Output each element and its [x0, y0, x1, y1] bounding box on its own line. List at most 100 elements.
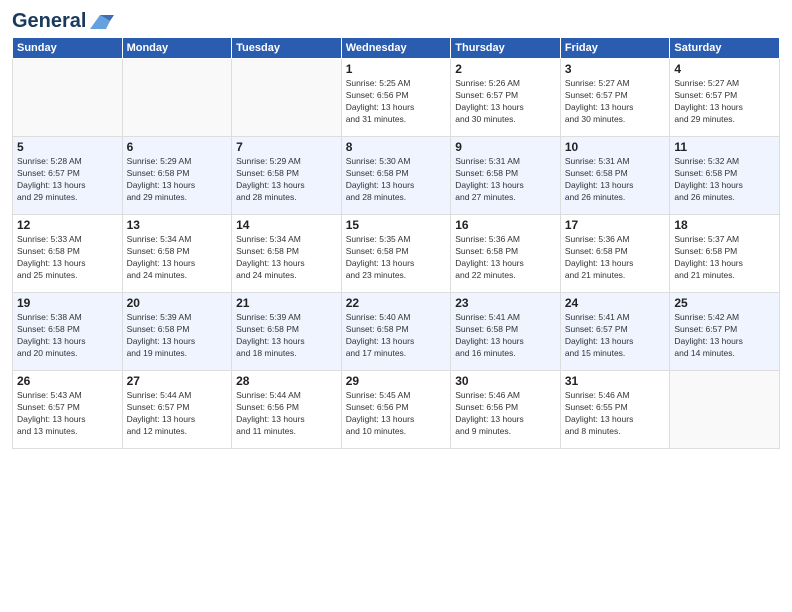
calendar-cell: 8 Sunrise: 5:30 AM Sunset: 6:58 PM Daylig…	[341, 137, 451, 215]
day-number: 1	[346, 62, 447, 76]
day-number: 3	[565, 62, 666, 76]
header: General	[12, 10, 780, 29]
calendar-cell: 7 Sunrise: 5:29 AM Sunset: 6:58 PM Daylig…	[232, 137, 342, 215]
weekday-header: Saturday	[670, 38, 780, 59]
day-number: 17	[565, 218, 666, 232]
calendar-table: SundayMondayTuesdayWednesdayThursdayFrid…	[12, 37, 780, 449]
calendar-week-row: 5 Sunrise: 5:28 AM Sunset: 6:57 PM Daylig…	[13, 137, 780, 215]
day-info: Sunrise: 5:27 AM Sunset: 6:57 PM Dayligh…	[674, 78, 775, 126]
day-info: Sunrise: 5:45 AM Sunset: 6:56 PM Dayligh…	[346, 390, 447, 438]
calendar-week-row: 26 Sunrise: 5:43 AM Sunset: 6:57 PM Dayli…	[13, 371, 780, 449]
calendar-week-row: 19Sunrise: 5:38 AM Sunset: 6:58 PM Dayli…	[13, 293, 780, 371]
calendar-cell: 20 Sunrise: 5:39 AM Sunset: 6:58 PM Dayli…	[122, 293, 232, 371]
day-info: Sunrise: 5:38 AM Sunset: 6:58 PM Dayligh…	[17, 312, 118, 360]
day-number: 22	[346, 296, 447, 310]
logo: General	[12, 10, 114, 29]
calendar-cell: 17 Sunrise: 5:36 AM Sunset: 6:58 PM Dayli…	[560, 215, 670, 293]
day-info: Sunrise: 5:27 AM Sunset: 6:57 PM Dayligh…	[565, 78, 666, 126]
calendar-cell: 28 Sunrise: 5:44 AM Sunset: 6:56 PM Dayli…	[232, 371, 342, 449]
day-info: Sunrise: 5:36 AM Sunset: 6:58 PM Dayligh…	[565, 234, 666, 282]
day-number: 27	[127, 374, 228, 388]
day-number: 26	[17, 374, 118, 388]
calendar-cell: 1 Sunrise: 5:25 AM Sunset: 6:56 PM Daylig…	[341, 59, 451, 137]
logo-icon	[86, 11, 114, 33]
calendar-cell: 24Sunrise: 5:41 AM Sunset: 6:57 PM Dayli…	[560, 293, 670, 371]
day-number: 8	[346, 140, 447, 154]
day-info: Sunrise: 5:40 AM Sunset: 6:58 PM Dayligh…	[346, 312, 447, 360]
calendar-cell	[232, 59, 342, 137]
calendar-cell	[13, 59, 123, 137]
calendar-cell: 6 Sunrise: 5:29 AM Sunset: 6:58 PM Daylig…	[122, 137, 232, 215]
calendar-cell: 3 Sunrise: 5:27 AM Sunset: 6:57 PM Daylig…	[560, 59, 670, 137]
weekday-header: Friday	[560, 38, 670, 59]
day-number: 28	[236, 374, 337, 388]
calendar-cell: 23Sunrise: 5:41 AM Sunset: 6:58 PM Dayli…	[451, 293, 561, 371]
calendar-cell: 10 Sunrise: 5:31 AM Sunset: 6:58 PM Dayli…	[560, 137, 670, 215]
day-info: Sunrise: 5:26 AM Sunset: 6:57 PM Dayligh…	[455, 78, 556, 126]
day-number: 9	[455, 140, 556, 154]
day-info: Sunrise: 5:44 AM Sunset: 6:56 PM Dayligh…	[236, 390, 337, 438]
day-info: Sunrise: 5:46 AM Sunset: 6:56 PM Dayligh…	[455, 390, 556, 438]
day-number: 29	[346, 374, 447, 388]
calendar-cell: 9 Sunrise: 5:31 AM Sunset: 6:58 PM Daylig…	[451, 137, 561, 215]
calendar-cell: 21 Sunrise: 5:39 AM Sunset: 6:58 PM Dayli…	[232, 293, 342, 371]
day-info: Sunrise: 5:39 AM Sunset: 6:58 PM Dayligh…	[236, 312, 337, 360]
day-number: 13	[127, 218, 228, 232]
day-number: 5	[17, 140, 118, 154]
calendar-cell: 22 Sunrise: 5:40 AM Sunset: 6:58 PM Dayli…	[341, 293, 451, 371]
day-info: Sunrise: 5:36 AM Sunset: 6:58 PM Dayligh…	[455, 234, 556, 282]
day-info: Sunrise: 5:33 AM Sunset: 6:58 PM Dayligh…	[17, 234, 118, 282]
day-number: 15	[346, 218, 447, 232]
weekday-header: Monday	[122, 38, 232, 59]
calendar-cell: 26 Sunrise: 5:43 AM Sunset: 6:57 PM Dayli…	[13, 371, 123, 449]
day-info: Sunrise: 5:35 AM Sunset: 6:58 PM Dayligh…	[346, 234, 447, 282]
calendar-cell: 31 Sunrise: 5:46 AM Sunset: 6:55 PM Dayli…	[560, 371, 670, 449]
calendar-cell	[670, 371, 780, 449]
calendar-cell: 15 Sunrise: 5:35 AM Sunset: 6:58 PM Dayli…	[341, 215, 451, 293]
calendar-cell: 16 Sunrise: 5:36 AM Sunset: 6:58 PM Dayli…	[451, 215, 561, 293]
calendar-week-row: 12 Sunrise: 5:33 AM Sunset: 6:58 PM Dayli…	[13, 215, 780, 293]
calendar-cell: 18Sunrise: 5:37 AM Sunset: 6:58 PM Dayli…	[670, 215, 780, 293]
day-info: Sunrise: 5:30 AM Sunset: 6:58 PM Dayligh…	[346, 156, 447, 204]
day-info: Sunrise: 5:46 AM Sunset: 6:55 PM Dayligh…	[565, 390, 666, 438]
day-info: Sunrise: 5:29 AM Sunset: 6:58 PM Dayligh…	[127, 156, 228, 204]
day-info: Sunrise: 5:29 AM Sunset: 6:58 PM Dayligh…	[236, 156, 337, 204]
calendar-cell: 30Sunrise: 5:46 AM Sunset: 6:56 PM Dayli…	[451, 371, 561, 449]
day-info: Sunrise: 5:28 AM Sunset: 6:57 PM Dayligh…	[17, 156, 118, 204]
day-number: 6	[127, 140, 228, 154]
day-number: 21	[236, 296, 337, 310]
weekday-header: Sunday	[13, 38, 123, 59]
day-info: Sunrise: 5:42 AM Sunset: 6:57 PM Dayligh…	[674, 312, 775, 360]
calendar-cell: 12 Sunrise: 5:33 AM Sunset: 6:58 PM Dayli…	[13, 215, 123, 293]
day-number: 11	[674, 140, 775, 154]
day-info: Sunrise: 5:41 AM Sunset: 6:58 PM Dayligh…	[455, 312, 556, 360]
day-info: Sunrise: 5:39 AM Sunset: 6:58 PM Dayligh…	[127, 312, 228, 360]
day-info: Sunrise: 5:43 AM Sunset: 6:57 PM Dayligh…	[17, 390, 118, 438]
logo-general: General	[12, 10, 86, 33]
day-number: 4	[674, 62, 775, 76]
calendar-header-row: SundayMondayTuesdayWednesdayThursdayFrid…	[13, 38, 780, 59]
day-number: 7	[236, 140, 337, 154]
day-number: 31	[565, 374, 666, 388]
day-number: 16	[455, 218, 556, 232]
weekday-header: Wednesday	[341, 38, 451, 59]
day-info: Sunrise: 5:37 AM Sunset: 6:58 PM Dayligh…	[674, 234, 775, 282]
day-info: Sunrise: 5:31 AM Sunset: 6:58 PM Dayligh…	[455, 156, 556, 204]
day-number: 2	[455, 62, 556, 76]
calendar-cell: 11Sunrise: 5:32 AM Sunset: 6:58 PM Dayli…	[670, 137, 780, 215]
day-number: 20	[127, 296, 228, 310]
calendar-cell	[122, 59, 232, 137]
day-number: 14	[236, 218, 337, 232]
calendar-cell: 4 Sunrise: 5:27 AM Sunset: 6:57 PM Daylig…	[670, 59, 780, 137]
day-number: 12	[17, 218, 118, 232]
day-info: Sunrise: 5:41 AM Sunset: 6:57 PM Dayligh…	[565, 312, 666, 360]
day-info: Sunrise: 5:31 AM Sunset: 6:58 PM Dayligh…	[565, 156, 666, 204]
day-number: 10	[565, 140, 666, 154]
weekday-header: Thursday	[451, 38, 561, 59]
day-number: 25	[674, 296, 775, 310]
calendar-cell: 13Sunrise: 5:34 AM Sunset: 6:58 PM Dayli…	[122, 215, 232, 293]
day-info: Sunrise: 5:25 AM Sunset: 6:56 PM Dayligh…	[346, 78, 447, 126]
calendar-cell: 27Sunrise: 5:44 AM Sunset: 6:57 PM Dayli…	[122, 371, 232, 449]
day-info: Sunrise: 5:34 AM Sunset: 6:58 PM Dayligh…	[236, 234, 337, 282]
page-container: General SundayMondayTuesdayWednesdayThur…	[0, 0, 792, 612]
